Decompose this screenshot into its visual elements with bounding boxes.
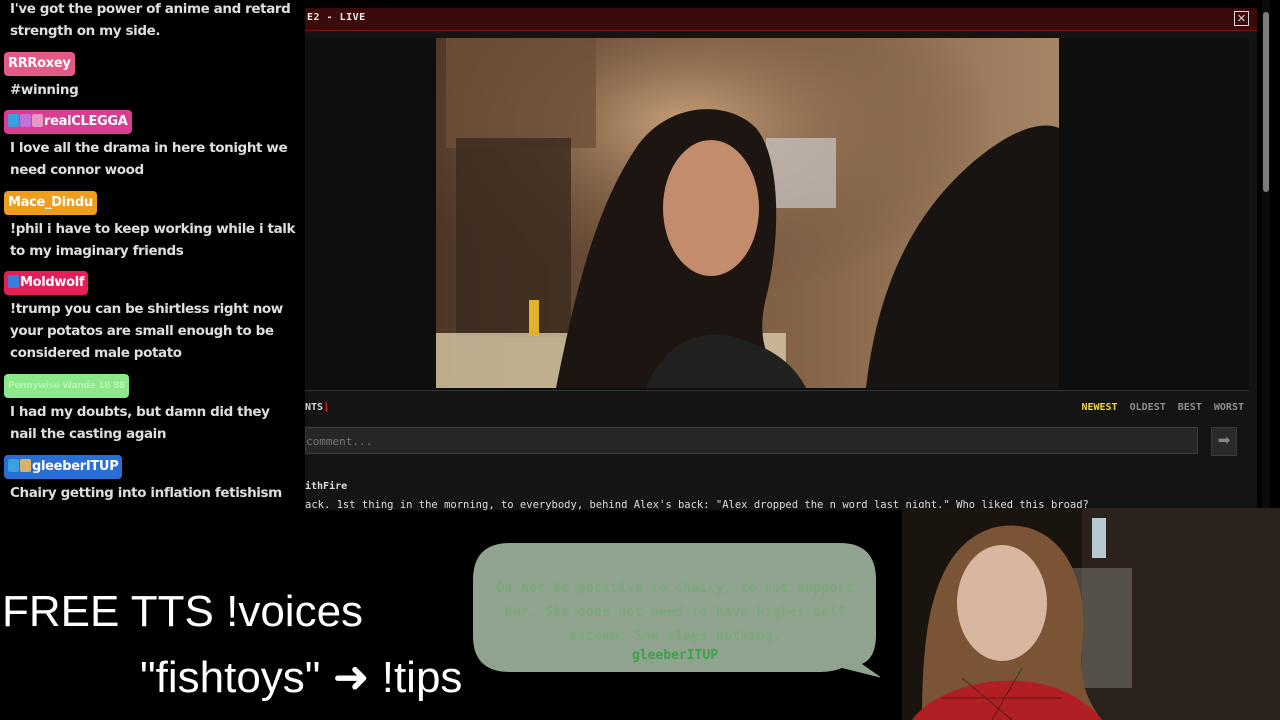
chat-message-text: !trump you can be shirtless right now yo… [10, 301, 283, 361]
chat-message-text: #winning [10, 82, 79, 98]
chat-message-text: I've got the power of anime and retard s… [10, 1, 291, 39]
scrollbar-thumb[interactable] [1263, 12, 1269, 192]
chat-username-badge[interactable]: Pennywise Wande 18 88 [4, 374, 130, 398]
badge-icon [8, 459, 19, 472]
chat-message-text: !phil i have to keep working while i tal… [10, 221, 296, 259]
window-titlebar[interactable]: E2 - LIVE ✕ [305, 8, 1257, 31]
chat-panel: I've got the power of anime and retard s… [0, 0, 305, 510]
sort-tab-worst[interactable]: WORST [1214, 402, 1244, 413]
speech-bubble-text: Do not be positive to chairy, to not sup… [496, 580, 854, 644]
webcam-image [902, 508, 1280, 720]
tips-overlay-text: "fishtoys" ➜ !tips [140, 653, 463, 702]
scrollbar[interactable] [1262, 0, 1270, 510]
comments-label-bracket: ] [323, 402, 330, 413]
video-scene-image [436, 38, 1059, 388]
video-player[interactable] [305, 38, 1249, 391]
submit-comment-button[interactable]: ➡ [1211, 427, 1237, 456]
chat-username-badge[interactable]: gleeberITUP [4, 455, 123, 479]
comment-input[interactable]: comment... [305, 427, 1198, 454]
chat-message-text: Chairy getting into inflation fetishism [10, 485, 282, 501]
chat-message-text: I had my doubts, but damn did they nail … [10, 404, 270, 442]
badge-icon [20, 459, 31, 472]
chat-username-badge[interactable]: realCLEGGA [4, 110, 132, 134]
comment-author[interactable]: ithFire [305, 481, 347, 492]
badge-icon [8, 275, 19, 288]
comments-label: NTS] [305, 402, 329, 413]
speech-bubble-username: gleeberITUP [631, 648, 719, 663]
comments-label-text: NTS [305, 402, 324, 413]
badge-icon [32, 114, 43, 127]
chat-username: Moldwolf [20, 275, 85, 290]
chat-username: gleeberITUP [32, 459, 119, 474]
sort-tab-oldest[interactable]: OLDEST [1130, 402, 1166, 413]
close-button[interactable]: ✕ [1234, 11, 1249, 26]
comments-bar: NTS] NEWEST OLDEST BEST WORST [305, 398, 1257, 426]
badge-icon [8, 114, 19, 127]
chat-username: realCLEGGA [44, 114, 128, 129]
video-window: E2 - LIVE ✕ NTS] NEWEST OLDEST BEST WORS… [305, 8, 1257, 510]
comment-input-placeholder: comment... [306, 435, 373, 448]
sort-tab-newest[interactable]: NEWEST [1081, 402, 1117, 413]
webcam-feed [902, 508, 1280, 720]
tts-overlay-text: FREE TTS !voices [2, 587, 364, 636]
video-frame[interactable] [436, 38, 1059, 388]
badge-icon [20, 114, 31, 127]
sort-tabs: NEWEST OLDEST BEST WORST [1075, 402, 1244, 413]
chat-username-badge[interactable]: Mace_Dindu [4, 191, 97, 215]
chat-username-badge[interactable]: RRRoxey [4, 52, 75, 76]
window-title: E2 - LIVE [307, 12, 366, 23]
sort-tab-best[interactable]: BEST [1178, 402, 1202, 413]
chat-username-badge[interactable]: Moldwolf [4, 271, 89, 295]
chat-message-text: I love all the drama in here tonight we … [10, 140, 288, 178]
